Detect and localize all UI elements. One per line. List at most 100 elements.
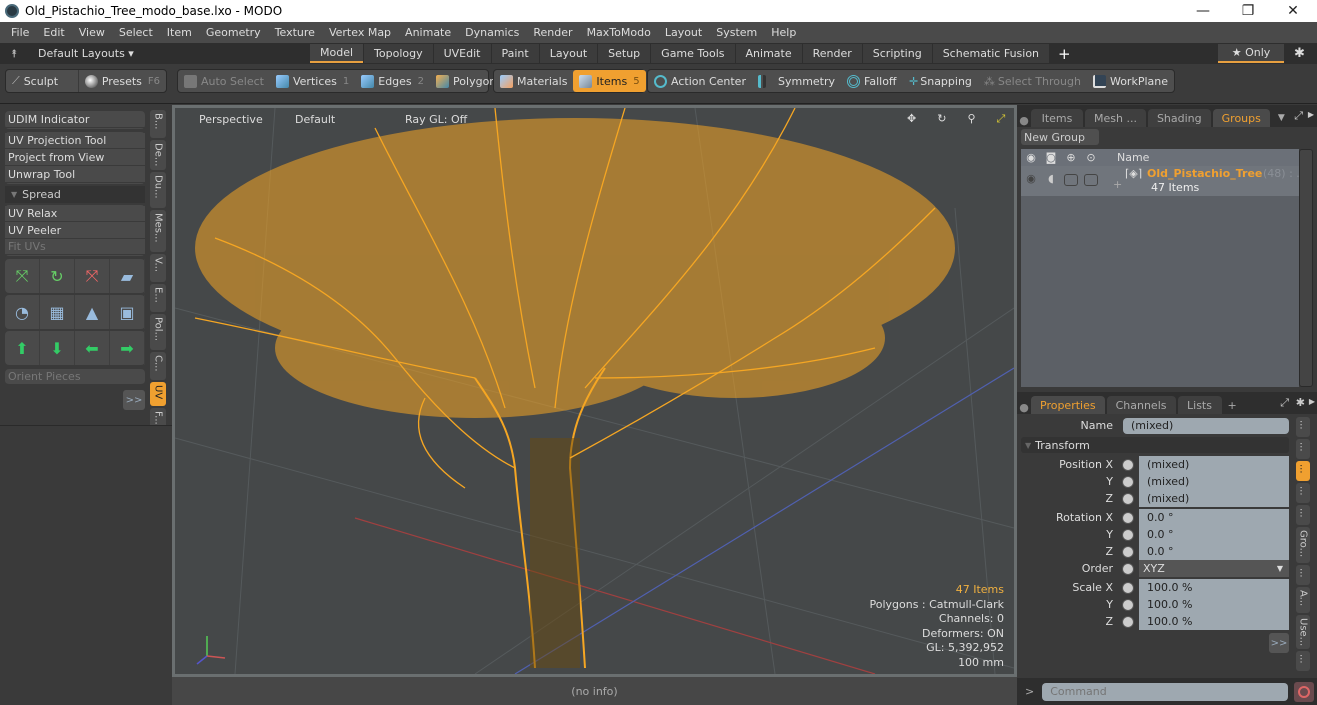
tab-shading[interactable]: Shading bbox=[1147, 109, 1211, 127]
menu-select[interactable]: Select bbox=[112, 26, 160, 39]
properties-gear-icon[interactable]: ✱ bbox=[1296, 396, 1305, 409]
uv-scale-tool-icon[interactable]: ⤧ bbox=[75, 259, 110, 293]
menu-render[interactable]: Render bbox=[526, 26, 579, 39]
restore-button[interactable]: ❐ bbox=[1225, 0, 1271, 22]
position-z-keyframe-dot[interactable] bbox=[1122, 492, 1134, 505]
rotation-y-field[interactable]: 0.0 ° bbox=[1139, 526, 1289, 543]
menu-dynamics[interactable]: Dynamics bbox=[458, 26, 526, 39]
ptab-groups[interactable]: Gro... bbox=[1296, 527, 1310, 563]
tabs-dropdown-icon[interactable]: ▼ bbox=[1272, 113, 1291, 127]
menu-file[interactable]: File bbox=[4, 26, 36, 39]
vtab-uv[interactable]: UV bbox=[150, 382, 166, 406]
layout-tab-model[interactable]: Model bbox=[310, 44, 364, 63]
workplane-button[interactable]: WorkPlane bbox=[1087, 70, 1174, 92]
groups-scrollbar[interactable] bbox=[1299, 149, 1313, 387]
ptab-5[interactable]: ... bbox=[1296, 505, 1310, 525]
menu-texture[interactable]: Texture bbox=[268, 26, 322, 39]
unwrap-tool-button[interactable]: Unwrap Tool bbox=[5, 167, 145, 183]
uv-move-tool-icon[interactable]: ⤧ bbox=[5, 259, 40, 293]
uv-box-transform-icon[interactable]: ▰ bbox=[110, 259, 145, 293]
row-lock-box[interactable] bbox=[1064, 174, 1078, 186]
menu-geometry[interactable]: Geometry bbox=[199, 26, 268, 39]
layout-tab-uvedit[interactable]: UVEdit bbox=[433, 44, 491, 63]
menu-layout[interactable]: Layout bbox=[658, 26, 709, 39]
ptab-7[interactable]: ... bbox=[1296, 651, 1310, 671]
zoom-view-icon[interactable]: ⚲ bbox=[959, 112, 983, 126]
layout-tab-render[interactable]: Render bbox=[802, 44, 862, 63]
more-tools-button[interactable]: >> bbox=[123, 390, 145, 410]
only-favorites-button[interactable]: ★ Only bbox=[1218, 44, 1284, 63]
vtab-edge[interactable]: E... bbox=[150, 284, 166, 312]
uv-planar-map-icon[interactable]: ▦ bbox=[40, 295, 75, 329]
rotation-x-keyframe-dot[interactable] bbox=[1122, 511, 1134, 524]
pan-icon[interactable]: ✥ bbox=[899, 112, 924, 126]
group-name[interactable]: Old_Pistachio_Tree bbox=[1147, 167, 1262, 180]
lock-icon[interactable]: ⊕ bbox=[1061, 151, 1081, 164]
row-select-box[interactable] bbox=[1084, 174, 1098, 186]
presets-button[interactable]: Presets F6 bbox=[77, 70, 166, 92]
uv-relax-button[interactable]: UV Relax bbox=[5, 206, 145, 222]
layout-tab-setup[interactable]: Setup bbox=[598, 44, 651, 63]
position-z-field[interactable]: (mixed) bbox=[1139, 490, 1289, 507]
view-type-dropdown[interactable]: Perspective bbox=[175, 113, 275, 126]
expand-panel-icon[interactable]: ⤢ bbox=[1294, 109, 1303, 123]
order-keyframe-dot[interactable] bbox=[1122, 562, 1134, 575]
uv-sphere-map-icon[interactable]: ◔ bbox=[5, 295, 40, 329]
menu-system[interactable]: System bbox=[709, 26, 764, 39]
vtab-deform[interactable]: De... bbox=[150, 140, 166, 170]
position-y-field[interactable]: (mixed) bbox=[1139, 473, 1289, 490]
command-input[interactable] bbox=[1042, 682, 1289, 701]
vtab-polygon[interactable]: Pol... bbox=[150, 314, 166, 350]
shading-dropdown[interactable]: Default bbox=[275, 113, 385, 126]
scale-z-field[interactable]: 100.0 % bbox=[1139, 613, 1289, 630]
selectable-icon[interactable]: ⊙ bbox=[1081, 151, 1101, 164]
fit-uvs-button[interactable]: Fit UVs bbox=[5, 239, 145, 255]
maximize-view-icon[interactable]: ⤢ bbox=[989, 112, 1014, 126]
tab-items[interactable]: Items bbox=[1031, 109, 1083, 127]
align-left-icon[interactable]: ⬅ bbox=[75, 331, 110, 365]
group-row[interactable]: ◉ ◖ + ⌈◈⌉ Old_Pistachio_Tree (48) : ... … bbox=[1021, 166, 1299, 196]
layout-tab-scripting[interactable]: Scripting bbox=[862, 44, 932, 63]
vtab-basic[interactable]: B... bbox=[150, 110, 166, 138]
tab-lists[interactable]: Lists bbox=[1177, 396, 1222, 414]
auto-select-button[interactable]: Auto Select bbox=[178, 70, 270, 92]
position-x-field[interactable]: (mixed) bbox=[1139, 456, 1289, 473]
uv-perspective-map-icon[interactable]: ▲ bbox=[75, 295, 110, 329]
tab-groups[interactable]: Groups bbox=[1212, 109, 1270, 127]
menu-help[interactable]: Help bbox=[764, 26, 803, 39]
properties-more-button[interactable]: >> bbox=[1269, 633, 1289, 653]
rotate-view-icon[interactable]: ↻ bbox=[929, 112, 954, 126]
transform-section-header[interactable]: ▼ Transform bbox=[1021, 437, 1289, 453]
items-button[interactable]: Items 5 bbox=[573, 70, 646, 92]
action-center-button[interactable]: Action Center bbox=[648, 70, 752, 92]
project-from-view-button[interactable]: Project from View bbox=[5, 150, 145, 166]
layout-tab-paint[interactable]: Paint bbox=[491, 44, 539, 63]
panel-menu-dot-icon[interactable]: ● bbox=[1017, 114, 1031, 127]
scale-z-keyframe-dot[interactable] bbox=[1122, 615, 1134, 628]
uv-peeler-button[interactable]: UV Peeler bbox=[5, 223, 145, 239]
raygl-dropdown[interactable]: Ray GL: Off bbox=[385, 113, 475, 126]
record-macro-icon[interactable] bbox=[1294, 681, 1315, 702]
add-tab-button[interactable]: + bbox=[1224, 399, 1241, 414]
align-up-icon[interactable]: ⬆ bbox=[5, 331, 40, 365]
close-button[interactable]: ✕ bbox=[1270, 0, 1316, 22]
row-render-icon[interactable]: ◖ bbox=[1041, 166, 1061, 185]
vtab-vertex[interactable]: V... bbox=[150, 254, 166, 282]
scale-x-field[interactable]: 100.0 % bbox=[1139, 579, 1289, 596]
scale-x-keyframe-dot[interactable] bbox=[1122, 581, 1134, 594]
align-right-icon[interactable]: ➡ bbox=[110, 331, 145, 365]
new-group-button[interactable]: New Group bbox=[1021, 129, 1099, 145]
default-layouts-dropdown[interactable]: Default Layouts ▾ bbox=[28, 47, 310, 60]
tab-properties[interactable]: Properties bbox=[1031, 396, 1105, 414]
ptab-4[interactable]: ... bbox=[1296, 483, 1310, 503]
vtab-mesh-edit[interactable]: Mes... bbox=[150, 210, 166, 252]
edges-button[interactable]: Edges 2 bbox=[355, 70, 430, 92]
layout-tab-game-tools[interactable]: Game Tools bbox=[651, 44, 735, 63]
rotation-x-field[interactable]: 0.0 ° bbox=[1139, 509, 1289, 526]
layout-tab-schematic-fusion[interactable]: Schematic Fusion bbox=[932, 44, 1050, 63]
position-y-keyframe-dot[interactable] bbox=[1122, 475, 1134, 488]
udim-indicator-button[interactable]: UDIM Indicator bbox=[5, 112, 145, 128]
ptab-user[interactable]: Use... bbox=[1296, 615, 1310, 649]
layout-tab-topology[interactable]: Topology bbox=[364, 44, 433, 63]
menu-view[interactable]: View bbox=[72, 26, 112, 39]
